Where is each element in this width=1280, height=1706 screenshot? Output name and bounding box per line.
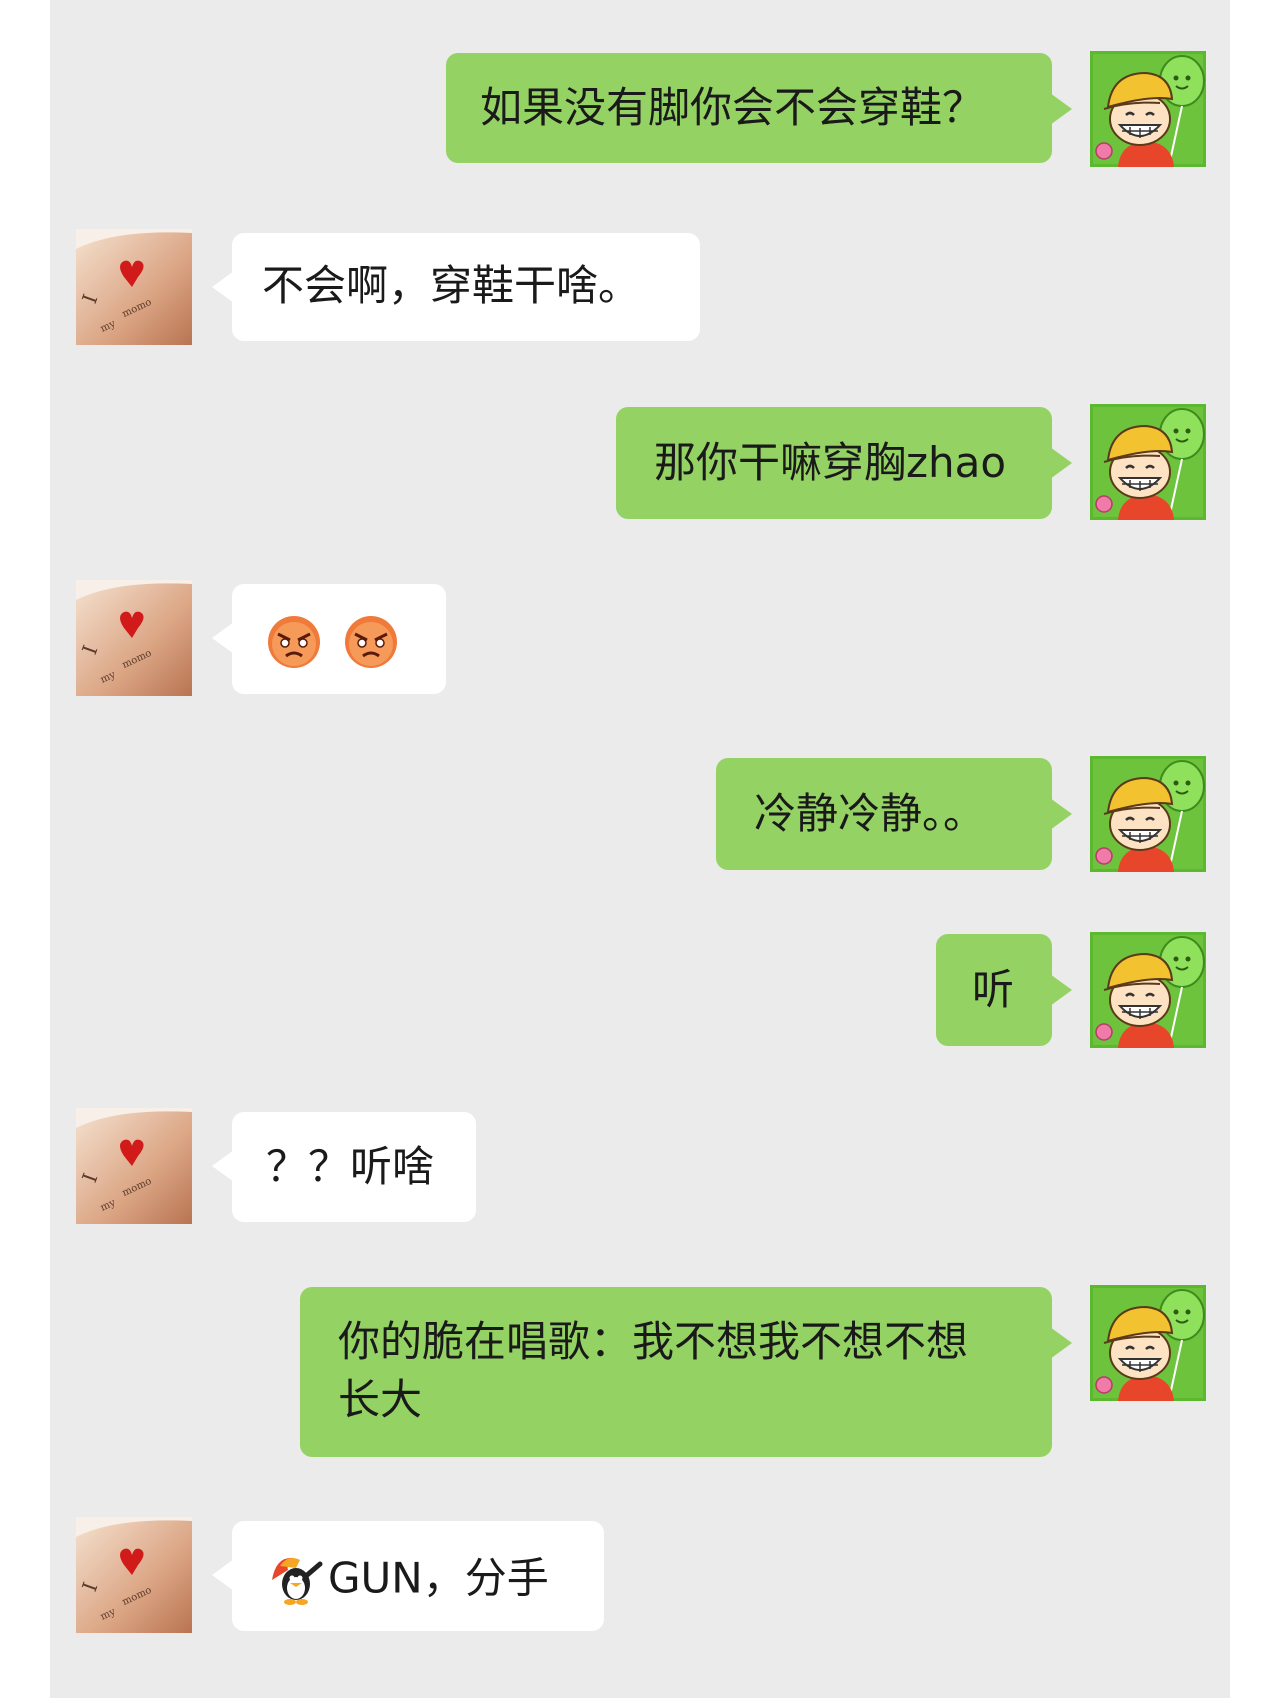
contact-avatar[interactable] (76, 1108, 192, 1224)
angry-penguin-icon (272, 1557, 323, 1605)
angry-face-icon (268, 615, 320, 668)
message-bubble-outgoing[interactable]: 冷静冷静。。 (716, 758, 1072, 870)
cartoon-boy-balloon-icon (1090, 932, 1206, 1048)
message-bubble-outgoing[interactable]: 如果没有脚你会不会穿鞋？ (446, 53, 1072, 163)
my-avatar[interactable] (1090, 1285, 1206, 1401)
message-bubble-outgoing[interactable]: 那你干嘛穿胸zhao (616, 407, 1072, 519)
message-bubble-incoming[interactable]: GUN，分手 (212, 1521, 604, 1631)
message-text: 冷静冷静。。 (754, 789, 986, 838)
angry-face-icon (345, 615, 398, 668)
contact-avatar[interactable] (76, 229, 192, 345)
cartoon-boy-balloon-icon (1090, 756, 1206, 872)
message-bubble-incoming[interactable]: ？？听啥 (212, 1112, 476, 1222)
heart-my-momo-icon (76, 1108, 192, 1224)
message-text: 那你干嘛穿胸zhao (654, 438, 1007, 487)
contact-avatar[interactable] (76, 1517, 192, 1633)
message-bubble-incoming[interactable]: 不会啊，穿鞋干啥。 (212, 233, 700, 341)
contact-avatar[interactable] (76, 580, 192, 696)
heart-my-momo-icon (76, 580, 192, 696)
heart-my-momo-icon (76, 1517, 192, 1633)
message-text: ？？听啥 (266, 1142, 435, 1191)
cartoon-boy-balloon-icon (1090, 51, 1206, 167)
message-bubble-outgoing[interactable]: 你的脆在唱歌：我不想我不想不想 长大 (300, 1287, 1072, 1457)
my-avatar[interactable] (1090, 404, 1206, 520)
my-avatar[interactable] (1090, 51, 1206, 167)
message-text: GUN，分手 (328, 1553, 549, 1603)
chat-area: 如果没有脚你会不会穿鞋？ 不会啊，穿鞋干啥。 那你干嘛穿胸zhao 冷静冷静。。… (50, 0, 1230, 1698)
message-text-line-2: 长大 (338, 1375, 423, 1424)
message-bubble-incoming[interactable] (212, 584, 446, 694)
cartoon-boy-balloon-icon (1090, 404, 1206, 520)
my-avatar[interactable] (1090, 932, 1206, 1048)
message-text-line-1: 你的脆在唱歌：我不想我不想不想 (338, 1317, 969, 1366)
message-bubble-outgoing[interactable]: 听 (936, 934, 1072, 1046)
message-text: 如果没有脚你会不会穿鞋？ (480, 83, 985, 132)
message-text: 听 (972, 965, 1015, 1014)
message-text: 不会啊，穿鞋干啥。 (262, 261, 641, 310)
my-avatar[interactable] (1090, 756, 1206, 872)
heart-my-momo-icon (76, 229, 192, 345)
cartoon-boy-balloon-icon (1090, 1285, 1206, 1401)
